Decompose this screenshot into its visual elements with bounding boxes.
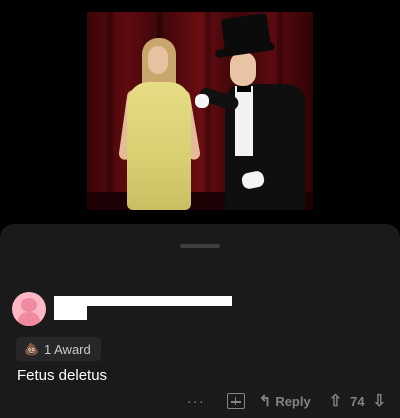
avatar-head xyxy=(21,298,37,312)
woman-dress xyxy=(127,82,191,210)
comment-actions: ··· ↰ Reply ⇧ 74 ⇩ xyxy=(187,389,386,413)
upvote-icon[interactable]: ⇧ xyxy=(329,391,342,411)
man-shirt xyxy=(235,86,253,156)
curtain-fold xyxy=(107,12,113,210)
vote-count: 74 xyxy=(350,393,365,409)
award-badge[interactable]: 💩 1 Award xyxy=(16,337,101,361)
white-glove xyxy=(195,94,209,108)
give-award-icon[interactable] xyxy=(226,393,245,409)
downvote-icon[interactable]: ⇩ xyxy=(373,391,386,411)
award-label: 1 Award xyxy=(44,341,91,357)
video-frame[interactable] xyxy=(87,12,313,210)
drag-handle[interactable] xyxy=(180,244,220,248)
comment-body: Fetus deletus xyxy=(17,367,108,384)
comment-sheet: 💩 1 Award Fetus deletus ··· ↰ Reply ⇧ 74… xyxy=(0,224,400,418)
avatar[interactable] xyxy=(12,292,46,326)
video-player[interactable] xyxy=(0,0,400,226)
reply-arrow-icon: ↰ xyxy=(258,393,272,410)
redacted-username xyxy=(54,306,87,320)
poop-award-icon: 💩 xyxy=(24,342,39,356)
reply-button[interactable]: ↰ Reply xyxy=(259,392,311,410)
man-face xyxy=(230,52,256,86)
avatar-body xyxy=(18,312,40,326)
more-options-button[interactable]: ··· xyxy=(187,393,205,410)
redacted-username xyxy=(54,296,232,306)
reply-label: Reply xyxy=(275,393,311,409)
vote-controls: ⇧ 74 ⇩ xyxy=(329,391,386,411)
woman-face xyxy=(148,46,168,74)
curtain-fold xyxy=(205,12,211,210)
man-bowtie xyxy=(237,86,251,92)
